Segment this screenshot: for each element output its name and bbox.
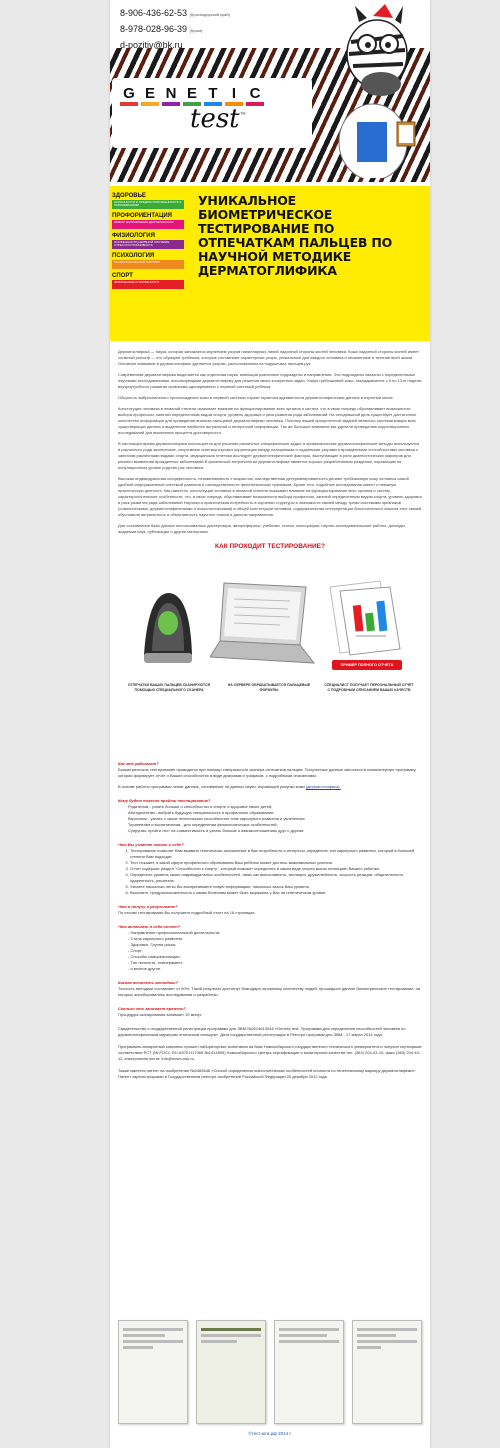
zebra-mascot-icon [338,4,416,178]
dermatoglyphics-link[interactable]: (дерматоглифика). [306,784,341,789]
article-paragraph: Современная дерматоглифика выделяется ка… [118,372,422,389]
logo-letter: E [183,84,201,106]
logo-letter: I [225,84,243,106]
contacts: 8-906-436-62-53 (Краснодарский край) 8-9… [120,6,230,53]
report-contents-list: - Направление профессиональной деятельно… [118,930,422,972]
certificate-text-2: Программно-аппаратный комплекс прошел ла… [118,1044,422,1061]
benefit-item: Выясните, предрасположенность к каким бо… [130,890,422,896]
how-it-works: КАК ПРОХОДИТ ТЕСТИРОВАНИЕ? ПРИМЕР ПОЛНОГ… [110,543,430,743]
sample-report-button[interactable]: ПРИМЕР ПОЛНОГО ОТЧЁТА [332,660,402,670]
category-bar: ФИЗИЧЕСКИЕ СПОСОБНОСТИ [112,280,184,289]
faq-answer: Точность методики составляет от 90%. Так… [118,986,421,997]
benefit-item: Тестирование позволит Вам выявить генети… [130,848,422,860]
how-title: КАК ПРОХОДИТ ТЕСТИРОВАНИЕ? [215,543,325,550]
category-title: ЗДОРОВЬЕ [112,193,146,199]
category-list: ЗДОРОВЬЕ СКЛОННОСТИ И ПРЕДРАСПОЛОЖЕННОСТЬ… [110,186,188,341]
category-title: ФИЗИОЛОГИЯ [112,233,155,239]
article-paragraph: Конституция человека в немалой степени о… [118,406,417,435]
patent-image[interactable] [196,1320,266,1424]
category-bar: ОСОБЕННОСТИ НЕРВНОЙ СИСТЕМЫ, СТРЕССОУСТО… [112,240,184,249]
page: 8-906-436-62-53 (Краснодарский край) 8-9… [110,0,430,1448]
faq-answer: По итогам тестирования Вы получаете подр… [118,910,256,915]
category-title: ПРОФОРИЕНТАЦИЯ [112,213,172,219]
logo-letters: GENETIC [120,84,304,106]
category-title: СПОРТ [112,273,133,279]
logo-letter: G [120,84,138,106]
article-paragraph: Общность эмбрионального происхождения ко… [118,395,394,400]
genetic-test-logo[interactable]: GENETIC test™ [112,78,312,148]
audience-item: Супругам- пройти тест на совместимость и… [128,828,305,833]
certificate-text-1: Свидетельство о государственной регистра… [118,1026,406,1037]
certificate-image[interactable] [352,1320,422,1424]
article-paragraph: В настоящее время дерматоглифика использ… [118,441,420,470]
step-1-caption: ОТПЕЧАТКИ ВАШИХ ПАЛЬЦЕВ СКАНИРУЮТСЯ ПОМО… [127,683,211,692]
fingerprint-scanner-icon [144,593,192,663]
footer-copyright[interactable]: ©тест-юга.рф 2014 г. [110,1431,430,1436]
phone-2[interactable]: 8-978-028-96-39 [120,24,187,34]
email-link[interactable]: d-pozitiv@bk.ru [120,38,230,53]
article-paragraph: Для составления базы данных использовали… [118,523,405,534]
logo-letter: C [246,84,264,106]
category-bar: ВЫБОР НАПРАВЛЕНИЯ ДЕЯТЕЛЬНОСТИ [112,220,184,229]
faq-answer: Биометрическое тестирование проводится п… [118,767,417,778]
step-2-caption: НА СЕРВЕРЕ ОБРАБАТЫВАЕТСЯ ПАЛЬЦЕВЫЕ ФОРМ… [227,683,311,692]
category-bar: СКЛОННОСТИ И ПРЕДРАСПОЛОЖЕННОСТЬ К ЗАБОЛ… [112,200,184,209]
step-3-caption: СПЕЦИАЛИСТ ПОЛУЧАЕТ ПЕРСОНАЛЬНЫЙ ОТЧЁТ С… [324,683,414,692]
hero-headline: Уникальное биометрическое тестирование п… [198,193,393,278]
report-item: - и многое другое. [128,966,162,971]
report-icon [329,580,401,656]
faq-answer: Процедура сканирования занимает 10 минут… [118,1012,203,1017]
laptop-icon [210,582,316,664]
benefits-list: Тестирование позволит Вам выявить генети… [118,848,422,896]
phone-1[interactable]: 8-906-436-62-53 [120,8,187,18]
faq-answer: В основе работы программы лежат данные, … [118,784,305,789]
category-bar: ПСИХОЛОГИЧЕСКИЙ ПОРТРЕТ [112,260,184,269]
certificate-image[interactable] [118,1320,188,1424]
certificate-image[interactable] [274,1320,344,1424]
certificate-text-3: Также имеется патент на изобретение №246… [118,1068,416,1079]
audience-list: Родителям - узнать больше о способностях… [118,804,422,834]
phone-1-region: (Краснодарский край) [189,12,230,17]
article-text: Дерматоглифика — наука, которая занимает… [110,341,430,535]
faq-section: Как это работает? Биометрическое тестиро… [110,743,430,1080]
hero-banner: ЗДОРОВЬЕ СКЛОННОСТИ И ПРЕДРАСПОЛОЖЕННОСТЬ… [110,186,430,341]
article-paragraph: Дерматоглифика — наука, которая занимает… [118,349,419,366]
phone-2-region: (Крым) [189,28,203,33]
logo-letter: N [162,84,180,106]
certificates-gallery [118,1320,422,1428]
logo-letter: E [141,84,159,106]
article-paragraph: Высокая индивидуальная специфичность, не… [118,476,422,517]
logo-subtitle: test™ [190,104,247,134]
header: 8-906-436-62-53 (Краснодарский край) 8-9… [110,0,430,182]
category-title: ПСИХОЛОГИЯ [112,253,155,259]
benefit-item: Определите уровень своих индивидуальных … [130,872,422,884]
logo-letter: T [204,84,222,106]
